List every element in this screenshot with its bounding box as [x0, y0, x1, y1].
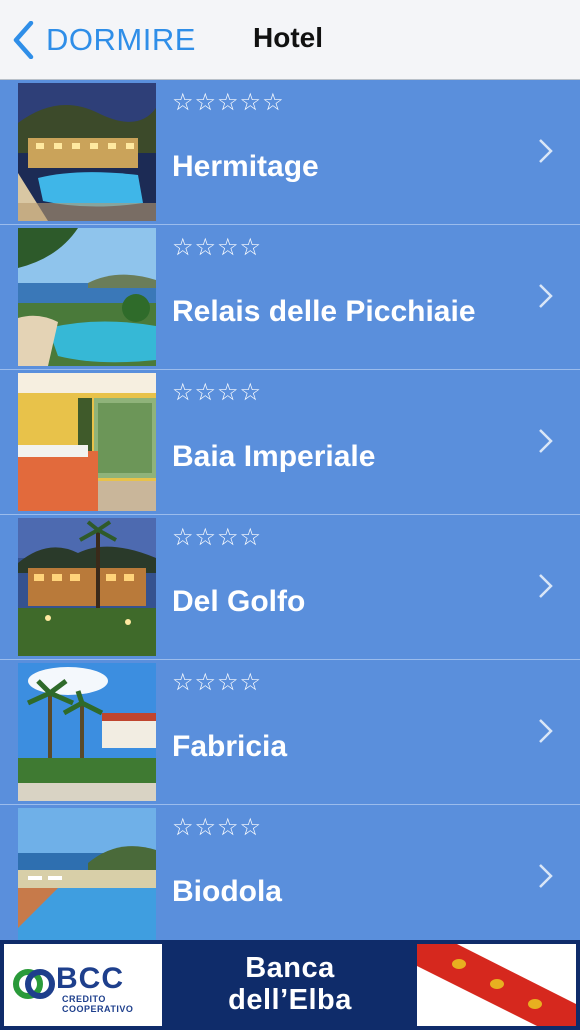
- star-rating: ☆☆☆☆: [172, 233, 263, 261]
- hotel-row-fabricia[interactable]: ☆☆☆☆ Fabricia: [0, 660, 580, 805]
- bank-name-line1: Banca: [245, 952, 335, 984]
- chevron-right-icon: [539, 864, 553, 888]
- star-rating: ☆☆☆☆: [172, 378, 263, 406]
- chevron-left-icon: [12, 20, 38, 60]
- chevron-right-icon: [539, 139, 553, 163]
- chevron-right-icon: [539, 719, 553, 743]
- hotel-name: Hermitage: [172, 150, 319, 183]
- hotel-list: ☆☆☆☆☆ Hermitage ☆☆☆☆ Relais delle Picchi…: [0, 80, 580, 940]
- hotel-name: Relais delle Picchiaie: [172, 295, 476, 328]
- bank-name-line2: dell’Elba: [228, 984, 352, 1016]
- hotel-row-hermitage[interactable]: ☆☆☆☆☆ Hermitage: [0, 80, 580, 225]
- sponsor-banner[interactable]: BCC CREDITO COOPERATIVO Banca dell’Elba: [0, 940, 580, 1030]
- bcc-logo: BCC CREDITO COOPERATIVO: [4, 944, 162, 1026]
- chevron-right-icon: [539, 284, 553, 308]
- back-label: DORMIRE: [46, 22, 196, 57]
- star-rating: ☆☆☆☆☆: [172, 88, 285, 116]
- back-button[interactable]: DORMIRE: [12, 20, 196, 60]
- hotel-row-relais-delle-picchiaie[interactable]: ☆☆☆☆ Relais delle Picchiaie: [0, 225, 580, 370]
- star-rating: ☆☆☆☆: [172, 813, 263, 841]
- hotel-name: Biodola: [172, 875, 282, 908]
- hotel-row-baia-imperiale[interactable]: ☆☆☆☆ Baia Imperiale: [0, 370, 580, 515]
- hotel-name: Baia Imperiale: [172, 440, 376, 473]
- bank-name: Banca dell’Elba: [166, 952, 414, 1016]
- palms-icon: [18, 663, 156, 801]
- star-rating: ☆☆☆☆: [172, 523, 263, 551]
- star-rating: ☆☆☆☆: [172, 668, 263, 696]
- hotel-name: Fabricia: [172, 730, 288, 763]
- bcc-name: BCC: [56, 962, 124, 995]
- page-title: Hotel: [253, 22, 323, 53]
- chevron-right-icon: [539, 574, 553, 598]
- hotel-row-biodola[interactable]: ☆☆☆☆ Biodola: [0, 805, 580, 940]
- elba-flag-icon: [417, 944, 576, 1026]
- hotel-name: Del Golfo: [172, 585, 306, 618]
- hotel-night-icon: [18, 518, 156, 656]
- bcc-symbol-icon: [13, 969, 55, 999]
- bcc-subtitle: CREDITO COOPERATIVO: [62, 994, 134, 1014]
- hotel-row-del-golfo[interactable]: ☆☆☆☆ Del Golfo: [0, 515, 580, 660]
- pool-beach-icon: [18, 808, 156, 940]
- navigation-bar: DORMIRE Hotel: [0, 0, 580, 80]
- pool-sea-icon: [18, 228, 156, 366]
- pool-night-icon: [18, 83, 156, 221]
- room-icon: [18, 373, 156, 511]
- chevron-right-icon: [539, 429, 553, 453]
